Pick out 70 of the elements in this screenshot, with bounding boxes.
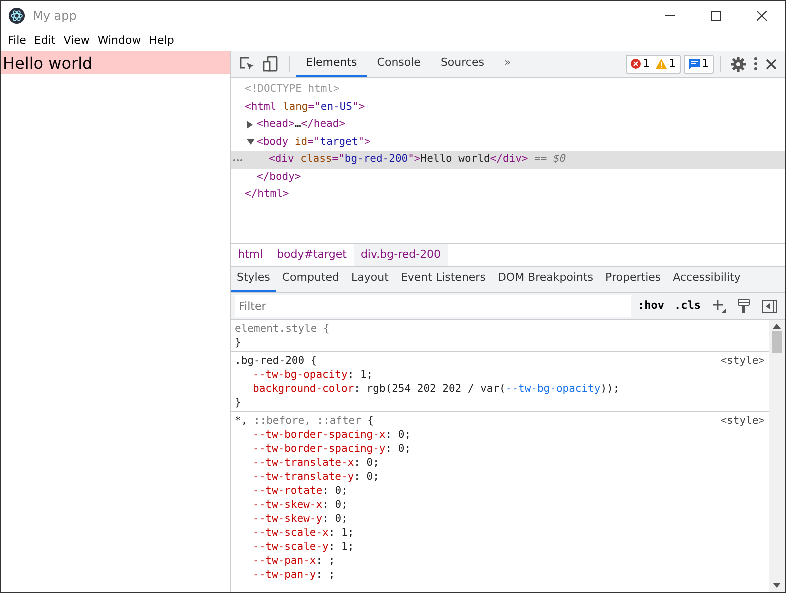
window-title: My app [33, 8, 77, 25]
paint-roller-icon [738, 299, 750, 313]
settings-icon [731, 56, 746, 72]
css-declaration[interactable]: --tw-scale-y: 1; [253, 541, 354, 553]
scrollbar-thumb[interactable] [772, 331, 782, 353]
menu-item[interactable]: Help [145, 32, 178, 50]
css-declaration[interactable]: --tw-pan-y: ; [253, 569, 336, 581]
menu-item[interactable]: File [4, 32, 30, 50]
expanded-triangle-icon[interactable] [247, 138, 255, 144]
rule-brace: } [235, 397, 242, 409]
source-link[interactable]: <style> [720, 414, 765, 428]
device-icon [263, 56, 279, 72]
css-declaration[interactable]: --tw-border-spacing-y: 0; [253, 443, 412, 455]
dom-node-line[interactable]: <head>…</head> [231, 116, 785, 134]
sidebar-tab[interactable]: Layout [346, 267, 395, 292]
cursor-select-icon [239, 56, 255, 72]
filter-field[interactable]: Filter [235, 295, 631, 317]
rule-selector: element.style { [235, 323, 330, 335]
sidebar-tab[interactable]: Accessibility [667, 267, 747, 292]
panel-tab[interactable]: Sources [430, 51, 494, 77]
toolbar-toggle[interactable]: :hov [635, 298, 668, 314]
sidebar-tab[interactable]: DOM Breakpoints [492, 267, 600, 292]
plus-icon [712, 299, 726, 313]
css-declaration[interactable]: --tw-pan-x: ; [253, 555, 336, 567]
dom-node-line[interactable]: </html> [231, 186, 785, 204]
app-logo-icon [9, 8, 25, 24]
css-declaration[interactable]: background-color: rgb(254 202 202 / var(--tw-bg-opacity)); [253, 383, 620, 395]
menu-item[interactable]: Window [94, 32, 146, 50]
sidebar-tab[interactable]: Computed [276, 267, 346, 292]
css-declaration[interactable]: --tw-skew-x: 0; [253, 499, 348, 511]
rule-selector: .bg-red-200 { [235, 355, 318, 367]
dom-node-line[interactable]: <html lang="en-US"> [231, 98, 785, 116]
close-icon [757, 11, 767, 21]
css-declaration[interactable]: --tw-skew-y: 0; [253, 513, 348, 525]
rule-selector: *, ::before, ::after { [235, 415, 374, 427]
ellipsis-icon [233, 159, 243, 162]
scroll-down-icon[interactable] [773, 583, 781, 588]
scroll-up-icon[interactable] [773, 324, 781, 329]
breadcrumb[interactable]: html [231, 244, 270, 266]
more-tabs-button[interactable]: » [494, 51, 522, 77]
css-declaration[interactable]: --tw-bg-opacity: 1; [253, 369, 374, 381]
message-icon [689, 58, 700, 70]
issues-counter[interactable]: 1 1 [626, 54, 681, 74]
dom-node-line[interactable]: <body id="target"> [231, 134, 785, 151]
messages-counter[interactable]: 1 [684, 54, 714, 74]
warning-icon [656, 59, 667, 69]
collapsed-triangle-icon[interactable] [247, 121, 253, 129]
css-declaration[interactable]: --tw-border-spacing-x: 0; [253, 429, 412, 441]
source-link[interactable]: <style> [720, 354, 765, 368]
css-declaration[interactable]: --tw-translate-y: 0; [253, 471, 380, 483]
kebab-menu-icon [754, 57, 758, 71]
maximize-icon [711, 11, 721, 21]
error-icon [631, 59, 641, 69]
breadcrumb[interactable]: div.bg-red-200 [354, 244, 448, 266]
close-icon [766, 58, 777, 70]
sidebar-toggle-icon [762, 300, 777, 312]
rule-brace: } [235, 337, 242, 349]
dom-node-line[interactable]: </body> [231, 168, 785, 186]
menu-item[interactable]: Edit [30, 32, 60, 50]
sidebar-tab[interactable]: Event Listeners [394, 267, 492, 292]
breadcrumb[interactable]: body#target [270, 244, 354, 266]
sidebar-tab[interactable]: Properties [600, 267, 668, 292]
toolbar-toggle[interactable]: .cls [672, 298, 704, 314]
css-declaration[interactable]: --tw-translate-x: 0; [253, 457, 380, 469]
css-declaration[interactable]: --tw-rotate: 0; [253, 485, 348, 497]
css-declaration[interactable]: --tw-scale-x: 1; [253, 527, 354, 539]
page-text: Hello world [1, 51, 230, 74]
panel-tab[interactable]: Console [367, 51, 431, 77]
panel-tab[interactable]: Elements [296, 51, 368, 77]
menu-item[interactable]: View [60, 32, 94, 50]
